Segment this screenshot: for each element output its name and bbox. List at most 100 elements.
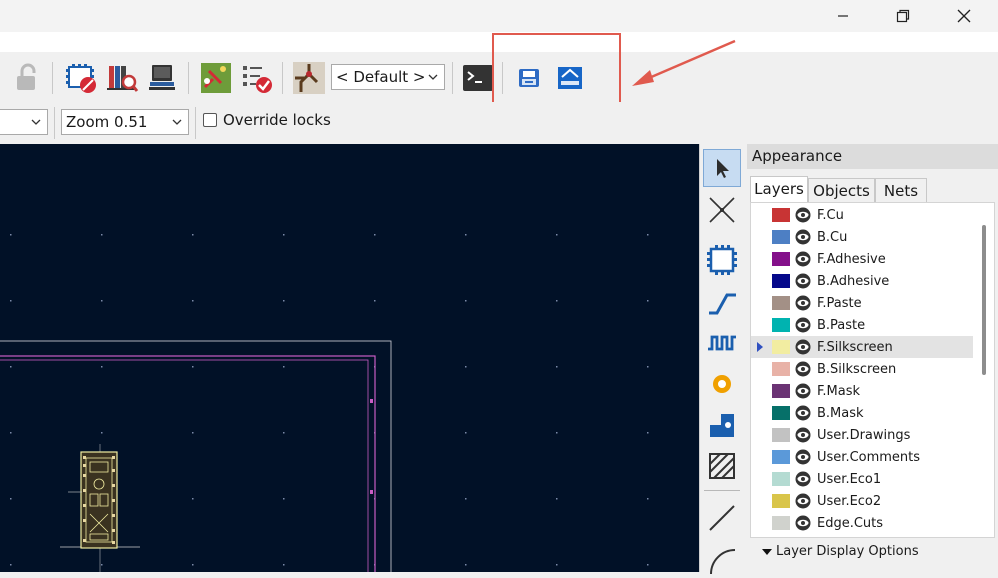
grid-dot xyxy=(647,564,649,566)
layer-row[interactable]: User.Eco2 xyxy=(751,490,973,512)
eye-icon[interactable] xyxy=(795,471,811,487)
netlist-update-icon[interactable] xyxy=(198,60,234,96)
layer-color-swatch[interactable] xyxy=(772,340,790,354)
eye-icon[interactable] xyxy=(795,207,811,223)
pcb-canvas[interactable] xyxy=(0,144,699,572)
display-options-label: Layer Display Options xyxy=(776,544,919,559)
footprint-icon xyxy=(707,245,737,275)
layer-color-swatch[interactable] xyxy=(772,230,790,244)
arc-icon xyxy=(710,549,736,574)
layer-row[interactable]: B.Paste xyxy=(751,314,973,336)
eye-icon[interactable] xyxy=(795,405,811,421)
layer-row[interactable]: F.Silkscreen xyxy=(751,336,973,358)
layer-row[interactable]: F.Cu xyxy=(751,204,973,226)
add-pad-button[interactable] xyxy=(703,406,741,444)
layer-color-swatch[interactable] xyxy=(772,516,790,530)
layer-color-swatch[interactable] xyxy=(772,406,790,420)
library-browser-icon[interactable] xyxy=(104,60,140,96)
layer-color-swatch[interactable] xyxy=(772,472,790,486)
scripting-console-icon[interactable] xyxy=(460,60,496,96)
track-icon xyxy=(709,293,736,315)
eye-icon[interactable] xyxy=(795,449,811,465)
eye-icon[interactable] xyxy=(795,317,811,333)
restore-button[interactable] xyxy=(880,0,926,32)
add-footprint-button[interactable] xyxy=(703,241,741,279)
meander-icon xyxy=(708,335,736,351)
layer-row[interactable]: F.Adhesive xyxy=(751,248,973,270)
unlock-icon[interactable] xyxy=(10,60,46,96)
scrollbar[interactable] xyxy=(982,225,986,375)
draw-line-button[interactable] xyxy=(703,499,741,537)
select-tool-button[interactable] xyxy=(703,149,741,187)
layer-name: B.Mask xyxy=(817,405,864,421)
layer-display-options-toggle[interactable]: Layer Display Options xyxy=(761,544,919,559)
eye-icon[interactable] xyxy=(795,339,811,355)
layer-row[interactable]: B.Adhesive xyxy=(751,270,973,292)
track-width-select[interactable]: < Default > xyxy=(331,64,445,90)
grid-dot xyxy=(10,234,12,236)
eye-icon[interactable] xyxy=(795,273,811,289)
layer-color-swatch[interactable] xyxy=(772,208,790,222)
layer-row[interactable]: F.Paste xyxy=(751,292,973,314)
grid-dot xyxy=(101,432,103,434)
separator xyxy=(282,62,283,94)
layer-name: B.Cu xyxy=(817,229,848,245)
grid-dot xyxy=(556,234,558,236)
zoom-select[interactable]: Zoom 0.51 xyxy=(61,109,189,135)
footprint-check-icon[interactable] xyxy=(63,60,99,96)
eye-icon[interactable] xyxy=(795,383,811,399)
eye-icon[interactable] xyxy=(795,295,811,311)
layer-row[interactable]: B.Cu xyxy=(751,226,973,248)
layer-color-swatch[interactable] xyxy=(772,274,790,288)
layer-color-swatch[interactable] xyxy=(772,362,790,376)
close-button[interactable] xyxy=(941,0,987,32)
layer-name: F.Silkscreen xyxy=(817,339,893,355)
layer-name: Edge.Cuts xyxy=(817,515,884,531)
tune-length-button[interactable] xyxy=(703,324,741,362)
tab-nets[interactable]: Nets xyxy=(875,178,927,202)
grid-dot xyxy=(374,300,376,302)
layer-color-swatch[interactable] xyxy=(772,318,790,332)
grid-select[interactable] xyxy=(0,109,48,135)
layer-color-swatch[interactable] xyxy=(772,450,790,464)
layer-row[interactable]: B.Mask xyxy=(751,402,973,424)
layer-row[interactable]: User.Eco1 xyxy=(751,468,973,490)
drc-icon[interactable] xyxy=(239,60,275,96)
tab-layers[interactable]: Layers xyxy=(750,176,808,202)
eye-icon[interactable] xyxy=(795,493,811,509)
layer-color-swatch[interactable] xyxy=(772,252,790,266)
eye-icon[interactable] xyxy=(795,361,811,377)
layer-row[interactable]: Edge.Cuts xyxy=(751,512,973,534)
eye-icon[interactable] xyxy=(795,515,811,531)
layer-color-swatch[interactable] xyxy=(772,494,790,508)
grid-dot xyxy=(465,366,467,368)
eye-icon[interactable] xyxy=(795,229,811,245)
grid-dot xyxy=(465,498,467,500)
eye-icon[interactable] xyxy=(795,251,811,267)
layer-color-swatch[interactable] xyxy=(772,384,790,398)
minimize-button[interactable] xyxy=(820,0,866,32)
add-zone-button[interactable] xyxy=(703,447,741,485)
layer-row[interactable]: F.Mask xyxy=(751,380,973,402)
grid-dot xyxy=(465,432,467,434)
add-via-button[interactable] xyxy=(703,365,741,403)
local-ratsnest-button[interactable] xyxy=(703,191,741,229)
separator xyxy=(452,62,453,94)
grid-dot xyxy=(647,366,649,368)
layer-row[interactable]: User.Comments xyxy=(751,446,973,468)
annotation-arrow xyxy=(632,39,736,86)
override-locks-checkbox[interactable] xyxy=(203,113,217,127)
draw-arc-button[interactable] xyxy=(703,540,741,578)
layer-row[interactable]: B.Silkscreen xyxy=(751,358,973,380)
route-track-icon[interactable] xyxy=(291,60,327,96)
route-track-button[interactable] xyxy=(703,283,741,321)
layer-color-swatch[interactable] xyxy=(772,428,790,442)
board-setup-icon[interactable] xyxy=(145,60,181,96)
layer-color-swatch[interactable] xyxy=(772,296,790,310)
eye-icon[interactable] xyxy=(795,427,811,443)
grid-dot xyxy=(647,498,649,500)
chevron-down-icon xyxy=(31,119,41,125)
grid-dot xyxy=(10,432,12,434)
tab-objects[interactable]: Objects xyxy=(808,178,875,202)
layer-row[interactable]: User.Drawings xyxy=(751,424,973,446)
